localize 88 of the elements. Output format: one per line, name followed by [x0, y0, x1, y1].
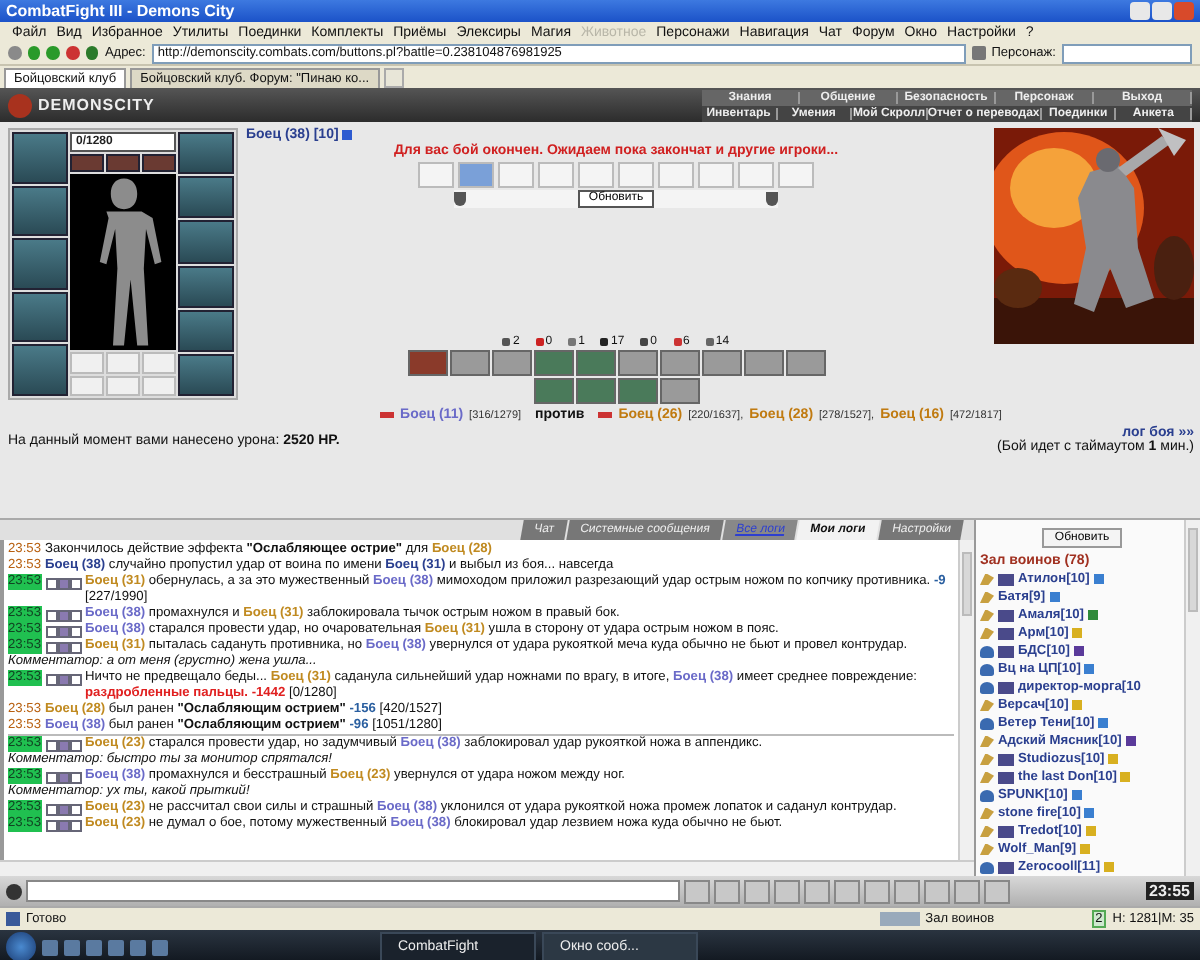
ability-icon[interactable]: [533, 350, 573, 376]
site-logo: DEMONSCITY: [38, 96, 155, 114]
item-slot[interactable]: [12, 291, 68, 343]
strike-zones-icon: [45, 610, 82, 622]
scroll-slot[interactable]: [538, 162, 574, 188]
strike-zones-icon: [45, 578, 82, 590]
chat-input[interactable]: [26, 880, 680, 902]
chat-tool-icon[interactable]: [774, 879, 800, 903]
strike-zones-icon: [45, 626, 82, 638]
ability-icon[interactable]: [701, 350, 741, 376]
stat-icon: [640, 338, 649, 346]
scroll-slot[interactable]: [738, 162, 774, 188]
chat-tool-icon[interactable]: [684, 879, 710, 903]
strike-zones-icon: [45, 642, 82, 654]
ability-icon[interactable]: [575, 378, 615, 404]
page-icon: [6, 912, 20, 926]
scroll-slot[interactable]: [778, 162, 814, 188]
chat-tool-icon[interactable]: [924, 879, 950, 903]
info-icon[interactable]: [342, 130, 353, 140]
strike-zones-icon: [45, 740, 82, 752]
stat-icon: [535, 338, 544, 346]
maximize-button[interactable]: [1152, 2, 1172, 20]
ability-icon[interactable]: [659, 350, 699, 376]
character-field[interactable]: [1061, 43, 1192, 63]
start-button[interactable]: [6, 932, 36, 960]
smiley-icon[interactable]: [6, 883, 22, 899]
item-slot[interactable]: [70, 154, 104, 173]
strike-zones-icon: [45, 820, 82, 832]
scroll-slot[interactable]: [698, 162, 734, 188]
strike-zones-icon: [45, 772, 82, 784]
ability-icon[interactable]: [575, 350, 615, 376]
stat-icon: [502, 338, 511, 346]
logo-emblem-icon: [8, 93, 32, 117]
window-title: CombatFight III - Demons City: [6, 2, 235, 20]
info-icon[interactable]: [1084, 808, 1095, 818]
stat-icon: [705, 338, 714, 346]
scroll-slot[interactable]: [618, 162, 654, 188]
chat-tool-icon[interactable]: [954, 879, 980, 903]
item-slot[interactable]: [142, 154, 176, 173]
item-slot[interactable]: [12, 185, 68, 237]
item-slot[interactable]: [178, 132, 234, 175]
info-icon[interactable]: [1084, 664, 1095, 674]
info-icon[interactable]: [1125, 736, 1136, 746]
scrollbar[interactable]: [958, 540, 974, 860]
strike-zones-icon: [45, 804, 82, 816]
info-icon[interactable]: [1071, 790, 1082, 800]
item-slot[interactable]: [106, 154, 140, 173]
ability-icon[interactable]: [785, 350, 825, 376]
scrollbar[interactable]: [1184, 520, 1200, 876]
ability-icon[interactable]: [449, 350, 489, 376]
ability-icon[interactable]: [743, 350, 783, 376]
ability-icon[interactable]: [617, 378, 657, 404]
item-slot[interactable]: [178, 353, 234, 397]
horizontal-scrollbar[interactable]: [0, 860, 974, 876]
ability-icon[interactable]: [659, 378, 699, 404]
info-icon[interactable]: [1087, 610, 1098, 620]
stat-icon: [673, 338, 682, 346]
scroll-slot[interactable]: [418, 162, 454, 188]
info-icon[interactable]: [1098, 718, 1109, 728]
item-slot[interactable]: [178, 309, 234, 352]
ability-icon[interactable]: [617, 350, 657, 376]
ability-icon[interactable]: [491, 350, 531, 376]
info-icon[interactable]: [1093, 574, 1104, 584]
scroll-slot[interactable]: [498, 162, 534, 188]
shield-icon: [765, 192, 778, 206]
ability-icon[interactable]: [407, 350, 447, 376]
stat-icon: [600, 338, 609, 346]
chat-tool-icon[interactable]: [984, 879, 1010, 903]
chat-tool-icon[interactable]: [804, 879, 830, 903]
clock: 23:55: [1145, 882, 1194, 900]
shield-icon: [454, 192, 466, 206]
stat-icon: [568, 338, 577, 346]
item-slot[interactable]: [178, 176, 234, 219]
info-icon[interactable]: [1049, 592, 1060, 602]
strike-zones-icon: [45, 674, 82, 686]
chat-tool-icon[interactable]: [864, 879, 890, 903]
scroll-slot[interactable]: [578, 162, 614, 188]
ability-icon[interactable]: [533, 378, 573, 404]
chat-tool-icon[interactable]: [834, 879, 860, 903]
status-icon: [879, 912, 920, 926]
scroll-slot[interactable]: [658, 162, 694, 188]
new-tab-button[interactable]: [383, 68, 404, 88]
minimize-button[interactable]: [1130, 2, 1150, 20]
info-icon[interactable]: [1073, 646, 1084, 656]
chat-tool-icon[interactable]: [714, 879, 740, 903]
chat-tool-icon[interactable]: [894, 879, 920, 903]
chat-tool-icon[interactable]: [744, 879, 770, 903]
item-slot[interactable]: [178, 265, 234, 308]
